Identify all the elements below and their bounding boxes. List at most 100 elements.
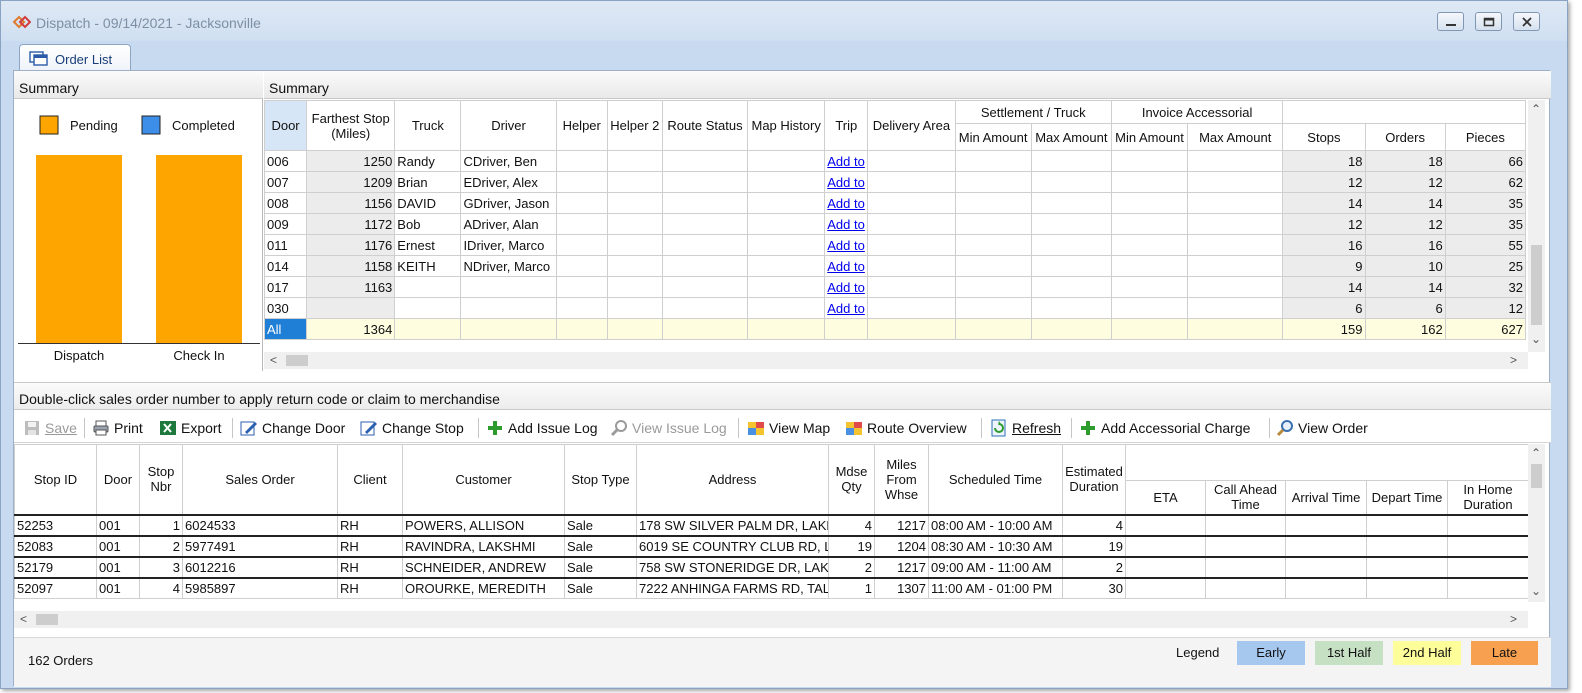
col-scheduled-time[interactable]: Scheduled Time xyxy=(928,444,1063,515)
col-driver[interactable]: Driver xyxy=(460,100,557,151)
col-orders[interactable]: Orders xyxy=(1364,123,1446,151)
col-helper-2[interactable]: Helper 2 xyxy=(606,100,663,151)
cell-call-ahead xyxy=(1205,535,1286,557)
stops-vertical-scrollbar[interactable]: ⌃ ⌄ xyxy=(1528,444,1545,602)
scroll-thumb[interactable] xyxy=(36,614,58,625)
table-row[interactable]: 007 1209 Brian EDriver, Alex Add to 12 1… xyxy=(264,171,1526,193)
add-to-trip-link[interactable]: Add to xyxy=(827,238,865,253)
col-client[interactable]: Client xyxy=(337,444,403,515)
scroll-thumb[interactable] xyxy=(1531,464,1542,488)
add-accessorial-charge-button[interactable]: Add Accessorial Charge xyxy=(1079,418,1250,438)
add-to-trip-link[interactable]: Add to xyxy=(827,259,865,274)
table-row[interactable]: 52097 001 4 5985897 RH OROURKE, MEREDITH… xyxy=(14,577,1528,599)
close-button[interactable] xyxy=(1513,12,1540,31)
scroll-thumb[interactable] xyxy=(286,355,308,366)
col-map-history[interactable]: Map History xyxy=(747,100,826,151)
stops-horizontal-scrollbar[interactable]: < > xyxy=(14,611,1528,628)
col-helper[interactable]: Helper xyxy=(555,100,608,151)
table-row[interactable]: 52179 001 3 6012216 RH SCHNEIDER, ANDREW… xyxy=(14,556,1528,578)
col-invoice-min[interactable]: Min Amount xyxy=(1110,123,1189,151)
table-row[interactable]: 030 Add to 6 6 12 xyxy=(264,297,1526,319)
col-mdse-qty[interactable]: Mdse Qty xyxy=(828,444,875,515)
col-customer[interactable]: Customer xyxy=(402,444,565,515)
scroll-up-icon[interactable]: ⌃ xyxy=(1531,446,1541,460)
view-order-button[interactable]: View Order xyxy=(1276,418,1368,438)
col-settlement-max[interactable]: Max Amount xyxy=(1030,123,1112,151)
table-row[interactable]: 52253 001 1 6024533 RH POWERS, ALLISON S… xyxy=(14,514,1528,536)
cell-pieces: 32 xyxy=(1444,276,1526,298)
restore-button[interactable] xyxy=(1475,12,1502,31)
col-farthest-stop[interactable]: Farthest Stop (Miles) xyxy=(306,100,396,151)
export-button[interactable]: Export xyxy=(159,418,221,438)
table-row[interactable]: 52083 001 2 5977491 RH RAVINDRA, LAKSHMI… xyxy=(14,535,1528,557)
col-route-status[interactable]: Route Status xyxy=(661,100,749,151)
col-call-ahead-time[interactable]: Call Ahead Time xyxy=(1205,480,1286,515)
minimize-icon xyxy=(1446,24,1456,26)
summary-horizontal-scrollbar[interactable]: < > xyxy=(264,352,1528,369)
save-button[interactable]: Save xyxy=(23,418,77,438)
table-row[interactable]: 017 1163 Add to 14 14 32 xyxy=(264,276,1526,298)
col-stop-type[interactable]: Stop Type xyxy=(564,444,637,515)
scroll-right-icon[interactable]: > xyxy=(1510,353,1517,367)
summary-vertical-scrollbar[interactable]: ⌃ ⌄ xyxy=(1528,100,1545,352)
add-to-trip-link[interactable]: Add to xyxy=(827,175,865,190)
cell-sales-order[interactable]: 6024533 xyxy=(182,514,338,536)
add-to-trip-link[interactable]: Add to xyxy=(827,217,865,232)
minimize-button[interactable] xyxy=(1437,12,1464,31)
col-miles-from-whse[interactable]: Miles From Whse xyxy=(874,444,929,515)
change-door-button[interactable]: Change Door xyxy=(240,418,345,438)
col-invoice-max[interactable]: Max Amount xyxy=(1187,123,1284,151)
save-icon xyxy=(25,421,39,435)
table-row[interactable]: 006 1250 Randy CDriver, Ben Add to 18 18… xyxy=(264,150,1526,172)
col-arrival-time[interactable]: Arrival Time xyxy=(1285,480,1367,515)
col-stops[interactable]: Stops xyxy=(1282,123,1366,151)
col-door[interactable]: Door xyxy=(96,444,140,515)
add-issue-log-button[interactable]: Add Issue Log xyxy=(486,418,598,438)
col-pieces[interactable]: Pieces xyxy=(1444,123,1526,151)
col-delivery-area[interactable]: Delivery Area xyxy=(867,100,956,151)
add-to-trip-link[interactable]: Add to xyxy=(827,301,865,316)
view-map-button[interactable]: View Map xyxy=(747,418,830,438)
cell-door: 014 xyxy=(264,255,308,277)
col-settlement-min[interactable]: Min Amount xyxy=(954,123,1032,151)
total-row[interactable]: All 1364 159 162 627 xyxy=(264,318,1526,340)
table-row[interactable]: 014 1158 KEITH NDriver, Marco Add to 9 1… xyxy=(264,255,1526,277)
cell-sales-order[interactable]: 5985897 xyxy=(182,577,338,599)
add-to-trip-link[interactable]: Add to xyxy=(827,196,865,211)
col-address[interactable]: Address xyxy=(636,444,829,515)
bar-pending-dispatch xyxy=(36,155,122,343)
print-button[interactable]: Print xyxy=(92,418,143,438)
cell-sales-order[interactable]: 6012216 xyxy=(182,556,338,578)
table-row[interactable]: 011 1176 Ernest IDriver, Marco Add to 16… xyxy=(264,234,1526,256)
route-overview-button[interactable]: Route Overview xyxy=(845,418,967,438)
change-stop-button[interactable]: Change Stop xyxy=(360,418,464,438)
cell-map-history xyxy=(747,276,826,298)
table-row[interactable]: 008 1156 DAVID GDriver, Jason Add to 14 … xyxy=(264,192,1526,214)
scroll-thumb[interactable] xyxy=(1531,245,1542,325)
scroll-left-icon[interactable]: < xyxy=(20,612,27,626)
scroll-down-icon[interactable]: ⌄ xyxy=(1531,584,1541,598)
col-truck[interactable]: Truck xyxy=(394,100,462,151)
order-list-icon xyxy=(29,51,48,66)
col-trip[interactable]: Trip xyxy=(824,100,869,151)
col-door[interactable]: Door xyxy=(264,100,308,151)
add-to-trip-link[interactable]: Add to xyxy=(827,280,865,295)
scroll-up-icon[interactable]: ⌃ xyxy=(1531,102,1541,116)
col-stop-nbr[interactable]: Stop Nbr xyxy=(139,444,183,515)
cell-door-all[interactable]: All xyxy=(264,318,308,340)
cell-sales-order[interactable]: 5977491 xyxy=(182,535,338,557)
col-in-home-duration[interactable]: In Home Duration xyxy=(1447,480,1528,515)
scroll-right-icon[interactable]: > xyxy=(1510,612,1517,626)
scroll-left-icon[interactable]: < xyxy=(270,353,277,367)
refresh-button[interactable]: Refresh xyxy=(990,418,1061,438)
col-stop-id[interactable]: Stop ID xyxy=(14,444,97,515)
col-sales-order[interactable]: Sales Order xyxy=(182,444,338,515)
table-row[interactable]: 009 1172 Bob ADriver, Alan Add to 12 12 … xyxy=(264,213,1526,235)
col-depart-time[interactable]: Depart Time xyxy=(1366,480,1448,515)
col-eta[interactable]: ETA xyxy=(1125,480,1206,515)
add-to-trip-link[interactable]: Add to xyxy=(827,154,865,169)
tab-order-list[interactable]: Order List xyxy=(19,44,131,72)
scroll-down-icon[interactable]: ⌄ xyxy=(1531,332,1541,346)
view-issue-log-button[interactable]: View Issue Log xyxy=(610,418,727,438)
col-estimated-duration[interactable]: Estimated Duration xyxy=(1062,444,1126,515)
